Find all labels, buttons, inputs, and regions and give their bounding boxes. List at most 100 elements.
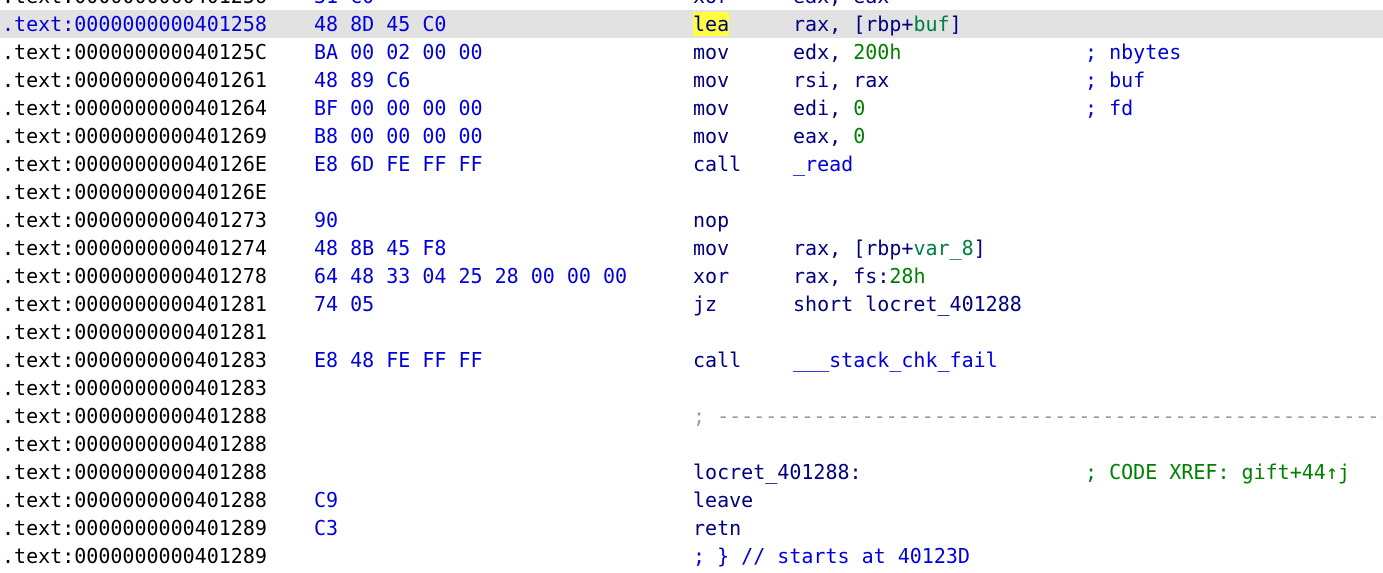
instruction[interactable]: lea rax, [rbp+buf] bbox=[693, 10, 962, 38]
row-address: .text:0000000000401261 bbox=[2, 68, 267, 92]
row-address: .text:0000000000401288 bbox=[2, 404, 267, 428]
disasm-row[interactable]: .text:0000000000401283 bbox=[0, 374, 1383, 402]
mnemonic: mov bbox=[693, 236, 730, 260]
row-opcode-bytes: E8 6D FE FF FF bbox=[314, 152, 483, 176]
row-address: .text:0000000000401288 bbox=[2, 460, 267, 484]
mnemonic: mov bbox=[693, 124, 730, 148]
row-opcode-bytes: C3 bbox=[314, 516, 339, 540]
instruction[interactable]: mov rax, [rbp+var_8] bbox=[693, 234, 986, 262]
disasm-row[interactable]: .text:0000000000401274 48 8B 45 F8 mov rax,… bbox=[0, 234, 1383, 262]
row-address: .text:0000000000401288 bbox=[2, 432, 267, 456]
operands: short locret_401288 bbox=[793, 292, 1022, 316]
mnemonic: mov bbox=[693, 40, 730, 64]
row-address: .text:0000000000401283 bbox=[2, 348, 267, 372]
disasm-row[interactable]: .text:0000000000401288 locret_401288: ; CO… bbox=[0, 458, 1383, 486]
row-address: .text:0000000000401273 bbox=[2, 208, 267, 232]
row-opcode-bytes: 90 bbox=[314, 208, 339, 232]
row-address: .text:000000000040126E bbox=[2, 152, 267, 176]
operands: rax, [rbp+var_8] bbox=[793, 236, 986, 260]
instruction[interactable]: call ___stack_chk_fail bbox=[693, 346, 998, 374]
highlighted-mnemonic: lea bbox=[693, 12, 730, 36]
row-opcode-bytes: 48 89 C6 bbox=[314, 68, 411, 92]
disasm-row[interactable]: .text:0000000000401289 C3 retn bbox=[0, 514, 1383, 542]
instruction[interactable]: xor rax, fs:28h bbox=[693, 262, 925, 290]
mnemonic: xor bbox=[693, 264, 730, 288]
operands: ___stack_chk_fail bbox=[793, 348, 998, 372]
row-address: .text:0000000000401288 bbox=[2, 488, 267, 512]
row-opcode-bytes: 48 8B 45 F8 bbox=[314, 236, 447, 260]
row-address: .text:0000000000401289 bbox=[2, 544, 267, 568]
mnemonic: mov bbox=[693, 96, 730, 120]
operand-comment: ; nbytes bbox=[1085, 40, 1182, 64]
row-opcode-bytes: 64 48 33 04 25 28 00 00 00 bbox=[314, 264, 628, 288]
comment-separator-line: ; --------------------------------------… bbox=[693, 404, 1383, 428]
disasm-row[interactable]: .text:0000000000401288 C9 leave bbox=[0, 486, 1383, 514]
operands: rax, [rbp+buf] bbox=[793, 12, 962, 36]
operands: edx, 200h bbox=[793, 40, 902, 64]
mnemonic: retn bbox=[693, 516, 742, 540]
row-opcode-bytes: BA 00 02 00 00 bbox=[314, 40, 483, 64]
instruction[interactable]: mov rsi, rax bbox=[693, 66, 889, 94]
row-opcode-bytes: B8 00 00 00 00 bbox=[314, 124, 483, 148]
mnemonic: call bbox=[693, 348, 742, 372]
disassembly-listing[interactable]: .text:000000000040125631 C0xoreax, eax.t… bbox=[0, 0, 1383, 570]
operands: rax, fs:28h bbox=[793, 264, 926, 288]
disasm-row[interactable]: .text:0000000000401289 ; } // starts at 4… bbox=[0, 542, 1383, 570]
mnemonic: xor bbox=[693, 0, 729, 8]
row-opcode-bytes: BF 00 00 00 00 bbox=[314, 96, 483, 120]
row-opcode-bytes: E8 48 FE FF FF bbox=[314, 348, 483, 372]
instruction[interactable]: xor eax, eax bbox=[693, 0, 889, 10]
disasm-row[interactable]: .text:0000000000401281 74 05 jz short locre… bbox=[0, 290, 1383, 318]
instruction[interactable]: mov edx, 200h bbox=[693, 38, 901, 66]
mnemonic: mov bbox=[693, 68, 730, 92]
row-opcode-bytes: C9 bbox=[314, 488, 339, 512]
mnemonic: call bbox=[693, 152, 742, 176]
instruction[interactable]: leave bbox=[693, 486, 753, 514]
row-address: .text:0000000000401256 bbox=[2, 0, 267, 10]
operands: edi, 0 bbox=[793, 96, 866, 120]
row-address: .text:000000000040125C bbox=[2, 40, 267, 64]
disasm-row[interactable]: .text:0000000000401269 B8 00 00 00 00 mov e… bbox=[0, 122, 1383, 150]
mnemonic: leave bbox=[693, 488, 754, 512]
instruction[interactable]: jz short locret_401288 bbox=[693, 290, 1022, 318]
row-address: .text:0000000000401281 bbox=[2, 320, 267, 344]
operands: eax, 0 bbox=[793, 124, 866, 148]
disasm-row[interactable]: .text:0000000000401278 64 48 33 04 25 28 … bbox=[0, 262, 1383, 290]
auto-comment: ; } // starts at 40123D bbox=[693, 544, 970, 568]
row-address: .text:0000000000401281 bbox=[2, 292, 267, 316]
disasm-row[interactable]: .text:000000000040126E bbox=[0, 178, 1383, 206]
row-opcode-bytes: 74 05 bbox=[314, 292, 375, 316]
instruction[interactable]: call _read bbox=[693, 150, 853, 178]
operands: eax, eax bbox=[793, 0, 889, 10]
instruction[interactable]: mov edi, 0 bbox=[693, 94, 865, 122]
mnemonic: jz bbox=[693, 292, 718, 316]
instruction[interactable]: retn bbox=[693, 514, 741, 542]
disasm-row[interactable]: .text:000000000040125C BA 00 02 00 00 mov e… bbox=[0, 38, 1383, 66]
code-label[interactable]: locret_401288: bbox=[693, 458, 862, 486]
row-opcode-bytes: 31 C0 bbox=[314, 0, 374, 10]
disasm-row[interactable]: .text:0000000000401261 48 89 C6 mov rsi, ra… bbox=[0, 66, 1383, 94]
row-address: .text:0000000000401278 bbox=[2, 264, 267, 288]
row-opcode-bytes: 48 8D 45 C0 bbox=[314, 12, 447, 36]
disasm-row[interactable]: .text:0000000000401288 bbox=[0, 430, 1383, 458]
mnemonic: nop bbox=[693, 208, 730, 232]
operand-comment: ; buf bbox=[1085, 68, 1146, 92]
row-address: .text:000000000040126E bbox=[2, 180, 267, 204]
row-address: .text:0000000000401264 bbox=[2, 96, 267, 120]
disasm-row[interactable]: .text:0000000000401288 ; ----------------… bbox=[0, 402, 1383, 430]
instruction[interactable]: mov eax, 0 bbox=[693, 122, 865, 150]
row-address: .text:0000000000401258 bbox=[2, 12, 267, 36]
disasm-row[interactable]: .text:0000000000401283 E8 48 FE FF FF call… bbox=[0, 346, 1383, 374]
disasm-row[interactable]: .text:000000000040126E E8 6D FE FF FF call… bbox=[0, 150, 1383, 178]
disasm-row[interactable]: .text:0000000000401256 31 C0 xor eax, eax bbox=[0, 0, 1383, 10]
disasm-row[interactable]: .text:0000000000401273 90 nop bbox=[0, 206, 1383, 234]
disasm-row[interactable]: .text:0000000000401281 bbox=[0, 318, 1383, 346]
row-address: .text:0000000000401274 bbox=[2, 236, 267, 260]
disasm-row[interactable]: .text:0000000000401258 48 8D 45 C0 lea rax,… bbox=[0, 10, 1383, 38]
operands: rsi, rax bbox=[793, 68, 890, 92]
row-address: .text:0000000000401283 bbox=[2, 376, 267, 400]
disasm-row[interactable]: .text:0000000000401264 BF 00 00 00 00 mov e… bbox=[0, 94, 1383, 122]
instruction[interactable]: nop bbox=[693, 206, 729, 234]
xref-comment: ; CODE XREF: gift+44↑j bbox=[1085, 460, 1350, 484]
operand-comment: ; fd bbox=[1085, 96, 1134, 120]
